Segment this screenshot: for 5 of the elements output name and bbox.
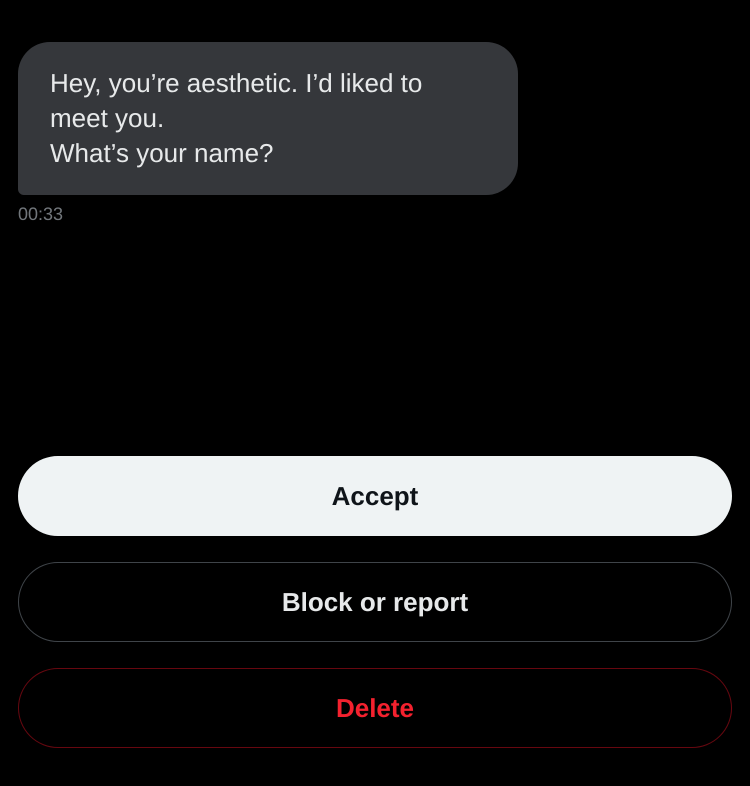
accept-button[interactable]: Accept xyxy=(18,456,732,536)
block-report-button[interactable]: Block or report xyxy=(18,562,732,642)
delete-button[interactable]: Delete xyxy=(18,668,732,748)
message-time: 00:33 xyxy=(18,203,64,226)
message-bubble: Hey, you’re aesthetic. I’d liked to meet you. What’s your name? xyxy=(18,42,518,195)
